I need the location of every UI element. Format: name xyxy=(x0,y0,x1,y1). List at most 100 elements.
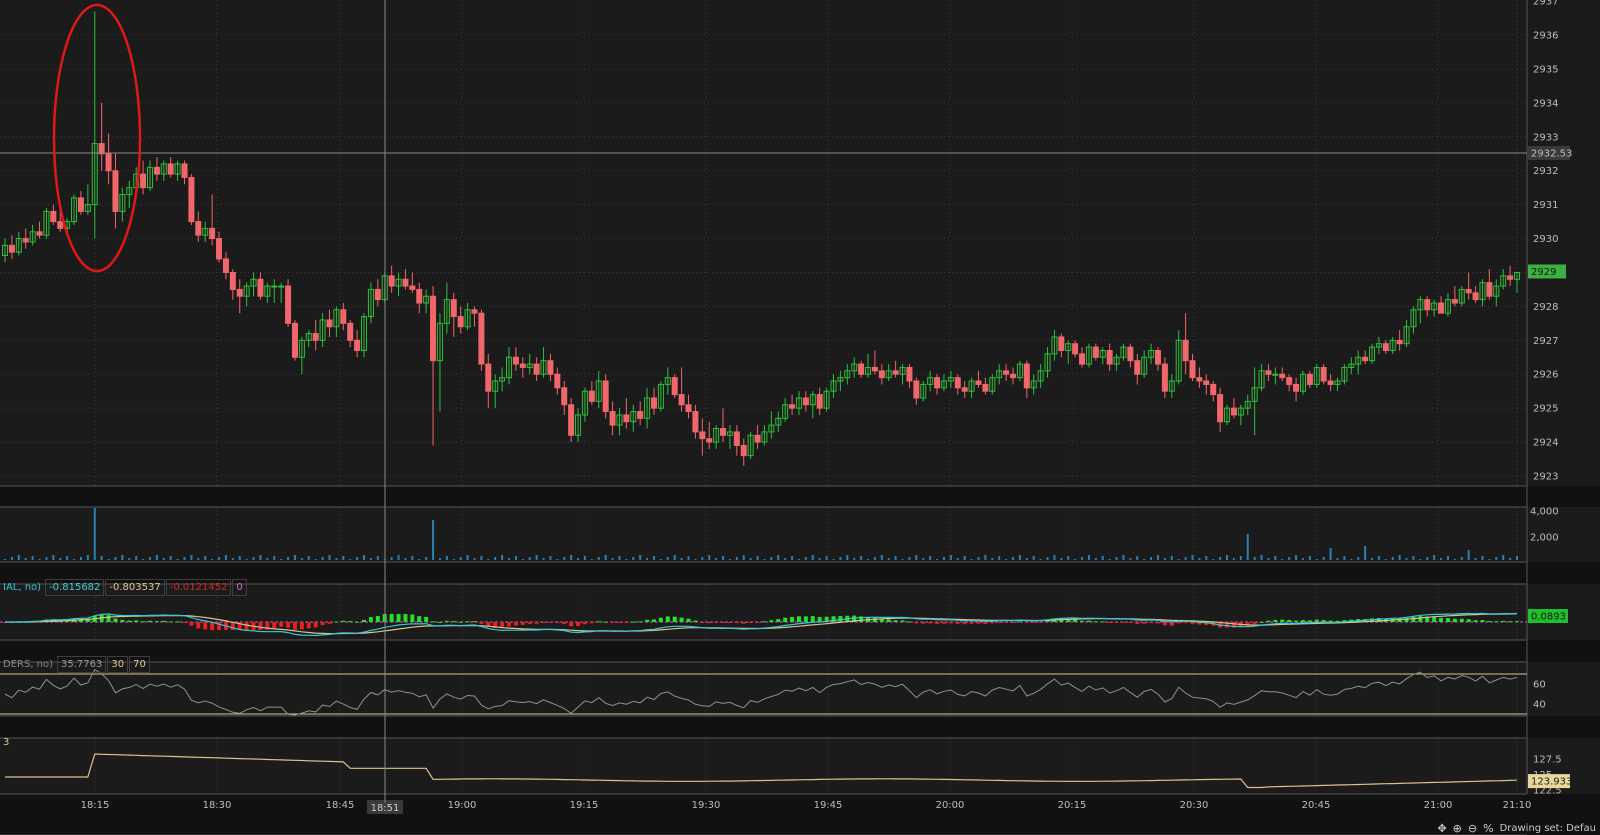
volume-bar xyxy=(31,556,34,560)
volume-bar xyxy=(1398,555,1401,560)
macd-histogram-bar xyxy=(1031,622,1036,623)
volume-bar xyxy=(1412,556,1415,560)
price-axis-tick: 2936 xyxy=(1533,31,1558,42)
macd-histogram-bar xyxy=(790,617,795,622)
price-chart-canvas[interactable]: 2923 2924 2925 2926 2927 2928 2929 2930 2931 2932… xyxy=(0,0,1600,835)
volume-bar xyxy=(231,558,234,560)
volume-bar xyxy=(1018,555,1021,560)
volume-bar xyxy=(694,559,697,560)
macd-histogram-bar xyxy=(631,621,636,623)
candle-body xyxy=(858,363,865,375)
volume-bar xyxy=(45,557,48,560)
time-axis-label: 18:15 xyxy=(81,800,110,811)
macd-histogram-bar xyxy=(1459,618,1464,622)
candle-body xyxy=(1182,339,1189,362)
macd-histogram-bar xyxy=(645,619,650,622)
candle-body xyxy=(1486,282,1493,297)
candle-body xyxy=(650,397,657,409)
macd-histogram-bar xyxy=(534,622,539,624)
volume-bar xyxy=(1426,557,1429,560)
macd-histogram-bar xyxy=(513,622,518,626)
candle-body xyxy=(982,383,989,392)
volume-bar xyxy=(1239,556,1242,560)
macd-histogram-bar xyxy=(693,620,698,622)
macd-histogram-bar xyxy=(1024,622,1029,623)
volume-bar xyxy=(818,558,821,560)
macd-histogram-bar xyxy=(527,622,532,624)
volume-bar xyxy=(777,555,780,560)
annotations xyxy=(0,0,1527,803)
candle-body xyxy=(913,380,920,399)
time-axis-label: 19:45 xyxy=(814,800,843,811)
drawing-set-label[interactable]: Drawing set: Defau xyxy=(1500,823,1596,834)
zoom-in-icon[interactable]: ⊕ xyxy=(1453,822,1462,835)
volume-bar xyxy=(701,557,704,560)
volume-bar xyxy=(611,558,614,560)
volume-bar xyxy=(894,556,897,560)
volume-bar xyxy=(1474,558,1477,560)
volume-bar xyxy=(66,556,69,560)
time-axis-label: 18:45 xyxy=(326,800,355,811)
macd-histogram-bar xyxy=(113,618,118,622)
candle-body xyxy=(271,285,278,288)
volume-bar xyxy=(218,557,221,560)
volume-bar xyxy=(1122,555,1125,560)
price-axis-tick: 2931 xyxy=(1533,200,1558,211)
price-axis-tick: 2923 xyxy=(1533,472,1558,483)
macd-histogram-bar xyxy=(569,622,574,627)
percent-icon[interactable]: % xyxy=(1483,822,1493,835)
macd-histogram-bar xyxy=(1501,620,1506,622)
volume-bar xyxy=(1288,557,1291,560)
lower-indicator-series xyxy=(5,753,1518,789)
macd-histogram-bar xyxy=(1142,622,1147,624)
lower-study-label: 3 xyxy=(3,736,10,748)
volume-bar xyxy=(1481,556,1484,560)
volume-bar xyxy=(107,559,110,560)
candle-body xyxy=(416,288,423,304)
macd-histogram-bar xyxy=(189,622,194,626)
macd-histogram-bar xyxy=(1114,622,1119,623)
candle-body xyxy=(1003,370,1010,375)
macd-histogram-bar xyxy=(955,622,960,624)
volume-bar xyxy=(970,559,973,560)
volume-bar xyxy=(1191,555,1194,560)
rsi-axis-tick: 40 xyxy=(1533,700,1546,711)
volume-bar xyxy=(984,555,987,560)
volume-bar xyxy=(1177,559,1180,560)
macd-histogram-bar xyxy=(562,622,567,625)
lower-axis-tick: 127.5 xyxy=(1533,755,1562,766)
candle-body xyxy=(1279,373,1286,379)
macd-histogram-bar xyxy=(396,614,401,622)
candle-body xyxy=(1092,346,1099,358)
zoom-out-icon[interactable]: ⊖ xyxy=(1468,822,1477,835)
candle-body xyxy=(816,394,823,409)
volume-bar xyxy=(949,555,952,560)
volume-bar xyxy=(652,556,655,560)
volume-bar xyxy=(929,556,932,560)
macd-histogram-bar xyxy=(431,621,436,623)
volume-bar xyxy=(770,557,773,560)
volume-bar xyxy=(514,556,517,560)
panel-gap xyxy=(0,794,1600,835)
candle-body xyxy=(1023,363,1030,389)
volume-bar xyxy=(542,558,545,560)
candle-body xyxy=(623,414,630,423)
price-axis-tick: 2934 xyxy=(1533,98,1558,109)
pan-icon[interactable]: ✥ xyxy=(1437,822,1446,835)
macd-histogram-bar xyxy=(624,622,629,623)
candle-body xyxy=(291,322,298,358)
time-axis-label: 19:30 xyxy=(692,800,721,811)
volume-bar xyxy=(908,557,911,560)
volume-bar xyxy=(280,559,283,560)
macd-histogram-bar xyxy=(1445,618,1450,622)
volume-bar xyxy=(867,559,870,560)
candle-body xyxy=(961,387,968,392)
volume-bar xyxy=(680,558,683,560)
volume-bar xyxy=(577,558,580,560)
candle-body xyxy=(8,244,15,253)
volume-bar xyxy=(321,557,324,560)
candle-body xyxy=(878,370,885,379)
volume-bar xyxy=(1060,558,1063,560)
macd-histogram-bar xyxy=(368,617,373,622)
volume-bar xyxy=(839,557,842,560)
